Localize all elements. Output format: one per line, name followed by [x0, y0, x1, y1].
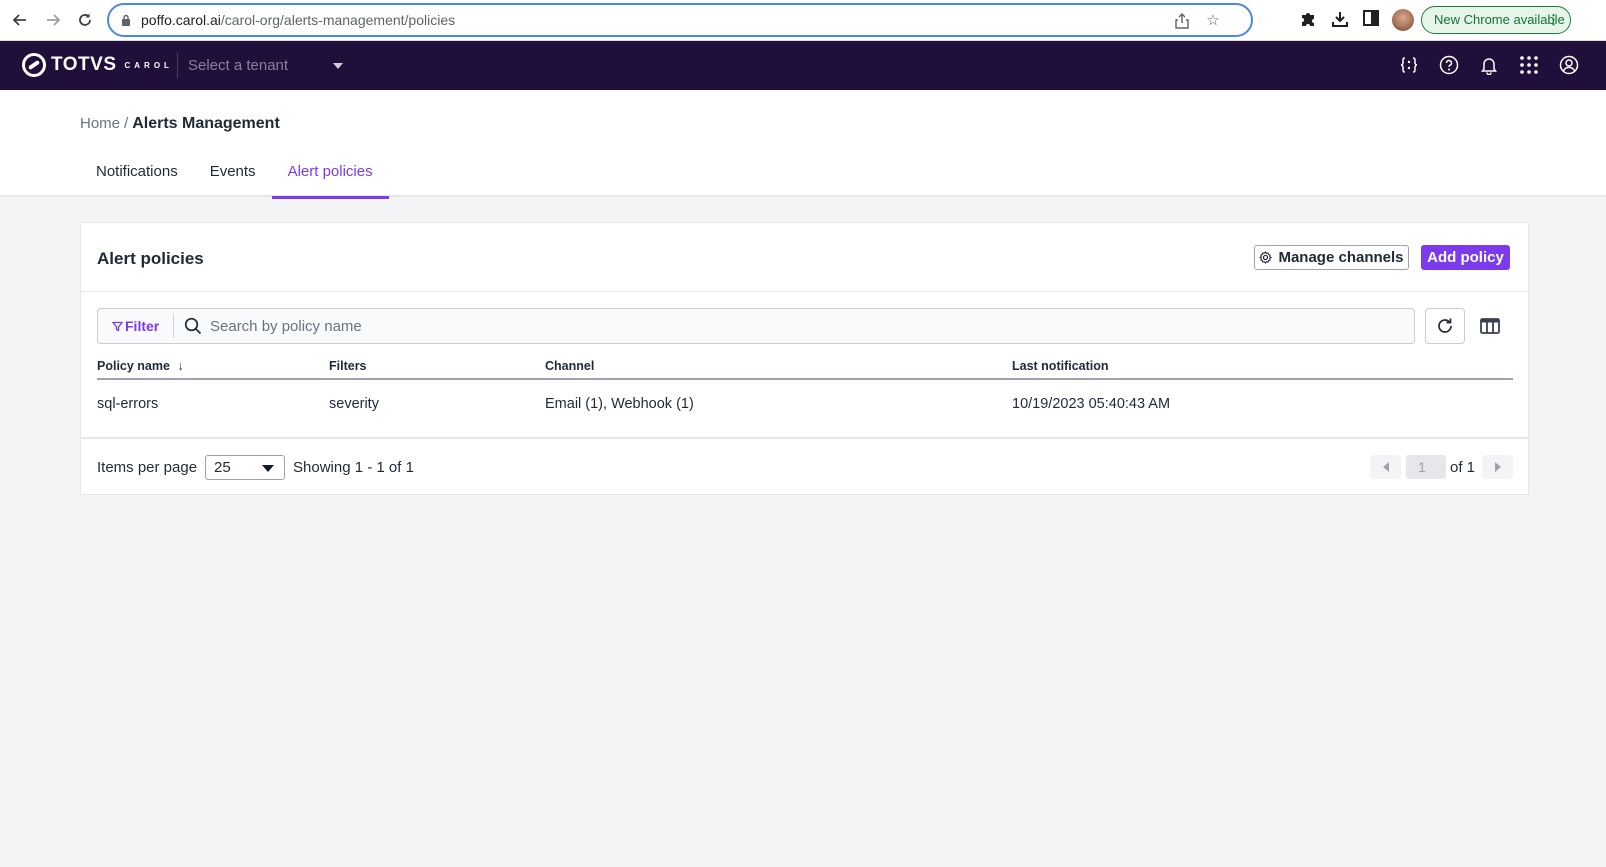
tab-alert-policies[interactable]: Alert policies — [271, 157, 389, 199]
caret-down-icon — [262, 465, 274, 472]
next-page-button[interactable] — [1482, 455, 1513, 479]
lock-icon[interactable] — [121, 14, 131, 26]
reload-icon[interactable] — [74, 9, 96, 31]
items-per-page-label: Items per page — [97, 459, 198, 476]
card-title: Alert policies — [97, 249, 204, 268]
chevron-left-icon — [1382, 462, 1389, 472]
page-head: Home / Alerts Management Notifications Eve… — [0, 90, 1606, 199]
caret-down-icon — [333, 63, 343, 69]
search-bar: Filter — [97, 308, 1415, 344]
alert-policies-card: Alert policies Manage channels Add polic… — [80, 222, 1529, 495]
cell-filters: severity — [329, 396, 379, 412]
policies-table: Policy name ↓ Filters Channel Last notif… — [97, 354, 1513, 430]
side-panel-icon[interactable] — [1361, 10, 1381, 30]
extensions-icon[interactable] — [1298, 10, 1318, 30]
breadcrumb-separator: / — [124, 115, 129, 132]
search-divider — [173, 314, 174, 338]
help-icon[interactable] — [1438, 54, 1460, 76]
current-page-input[interactable]: 1 — [1406, 455, 1446, 479]
column-header-filters: Filters — [329, 359, 367, 373]
tab-notifications[interactable]: Notifications — [80, 157, 194, 197]
table-columns-icon — [1480, 318, 1500, 334]
user-account-icon[interactable] — [1558, 54, 1580, 76]
breadcrumb: Home / Alerts Management — [80, 115, 280, 133]
search-icon — [184, 317, 202, 335]
share-icon[interactable] — [1174, 13, 1190, 29]
cell-last-notification: 10/19/2023 05:40:43 AM — [1012, 396, 1171, 412]
apps-grid-icon[interactable] — [1518, 54, 1540, 76]
totvs-logo-icon — [22, 53, 46, 77]
api-braces-icon[interactable] — [1398, 54, 1420, 76]
cell-policy-name[interactable]: sql-errors — [97, 396, 158, 412]
gear-icon — [1259, 251, 1273, 264]
app-header: TOTVS CAROL Select a tenant — [0, 41, 1606, 90]
items-per-page-select[interactable]: 25 — [205, 455, 285, 480]
bookmark-star-icon[interactable]: ☆ — [1205, 13, 1221, 29]
table-header-row: Policy name ↓ Filters Channel Last notif… — [97, 354, 1513, 380]
back-icon[interactable] — [9, 9, 31, 31]
table-row[interactable]: sql-errors severity Email (1), Webhook (… — [97, 380, 1513, 430]
breadcrumb-home-link[interactable]: Home — [80, 115, 120, 132]
add-policy-button[interactable]: Add policy — [1421, 245, 1510, 270]
cell-channel: Email (1), Webhook (1) — [545, 396, 694, 412]
previous-page-button[interactable] — [1370, 455, 1401, 479]
footer-divider — [81, 437, 1528, 439]
chevron-right-icon — [1494, 462, 1501, 472]
notification-bell-icon[interactable] — [1478, 54, 1500, 76]
sort-arrow-down-icon: ↓ — [177, 359, 184, 373]
browser-toolbar: poffo.carol.ai/carol-org/alerts-manageme… — [0, 0, 1606, 41]
tenant-select[interactable]: Select a tenant — [188, 57, 343, 77]
more-vert-icon[interactable]: ⋮ — [1547, 7, 1560, 33]
filter-funnel-icon — [112, 321, 123, 332]
refresh-button[interactable] — [1425, 308, 1465, 344]
header-divider — [177, 53, 178, 78]
card-divider — [81, 291, 1528, 292]
tab-events[interactable]: Events — [194, 157, 272, 197]
column-header-policy-name[interactable]: Policy name ↓ — [97, 359, 184, 373]
total-pages-text: of 1 — [1450, 459, 1476, 476]
columns-toggle-button[interactable] — [1477, 313, 1503, 339]
filter-button[interactable]: Filter — [112, 318, 159, 334]
column-header-last-notification: Last notification — [1012, 359, 1109, 373]
url-text[interactable]: poffo.carol.ai/carol-org/alerts-manageme… — [141, 12, 455, 28]
totvs-carol-logo[interactable]: TOTVS CAROL — [22, 53, 173, 77]
page-title: Alerts Management — [132, 115, 280, 132]
manage-channels-button[interactable]: Manage channels — [1254, 245, 1409, 270]
forward-icon[interactable] — [42, 9, 64, 31]
profile-avatar[interactable] — [1392, 9, 1414, 31]
column-header-channel: Channel — [545, 359, 595, 373]
search-input[interactable] — [210, 315, 1400, 337]
download-icon[interactable] — [1330, 10, 1350, 30]
address-bar[interactable]: poffo.carol.ai/carol-org/alerts-manageme… — [107, 3, 1253, 37]
showing-range-text: Showing 1 - 1 of 1 — [293, 459, 414, 476]
tab-bar: Notifications Events Alert policies — [80, 157, 389, 199]
new-chrome-available-button[interactable]: New Chrome available ⋮ — [1421, 6, 1571, 34]
refresh-icon — [1438, 318, 1452, 333]
